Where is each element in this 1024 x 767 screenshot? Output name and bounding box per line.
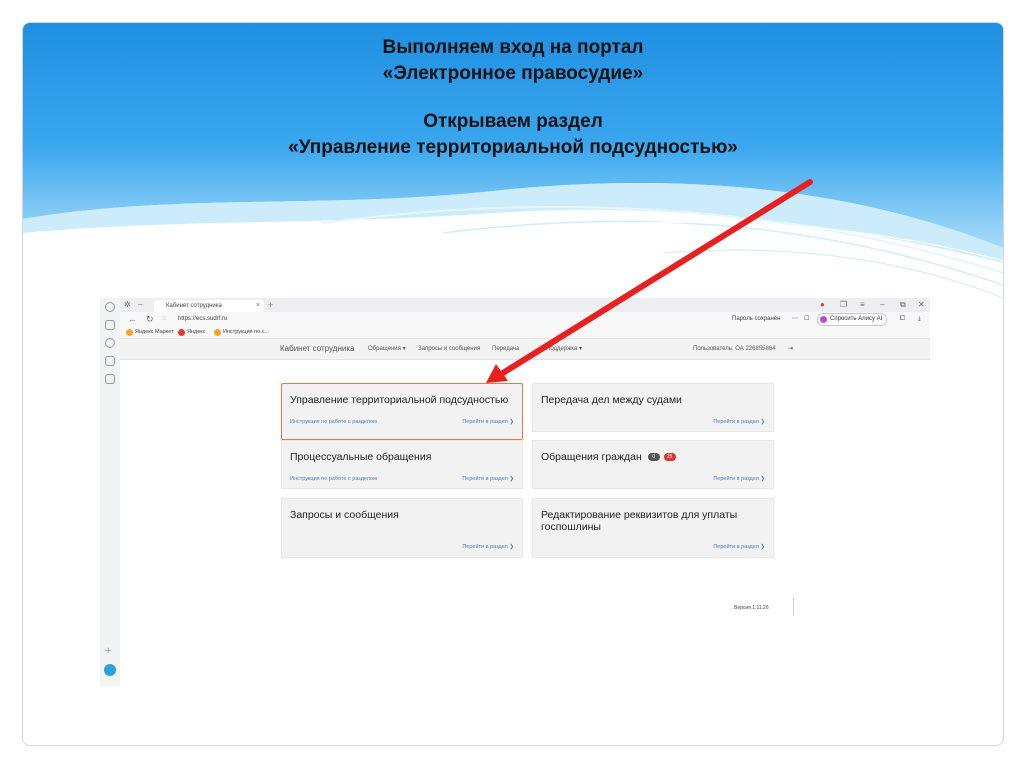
add-icon[interactable]: + — [105, 646, 111, 657]
card-case-transfer[interactable]: Передача дел между судами Перейти в разд… — [532, 383, 774, 432]
browser-screenshot: + ✲ – Кабинет сотрудника × + ● ❐ ≡ – ⧉ ✕… — [100, 298, 930, 686]
shield-icon: ◌ — [162, 315, 167, 322]
title-line-1: Выполняем вход на портал — [382, 37, 644, 58]
password-saved-label[interactable]: Пароль сохранён — [732, 314, 780, 324]
play-icon[interactable] — [105, 338, 115, 348]
card-fee-requisites[interactable]: Редактирование реквизитов для уплаты гос… — [532, 498, 774, 558]
url-field[interactable]: https://ecs.sudrf.ru — [178, 314, 227, 324]
app-header: Кабинет сотрудника Обращения ▾ Запросы и… — [120, 339, 930, 360]
alice-button[interactable]: Спросить Алису AI — [817, 313, 888, 326]
reload-icon[interactable]: ↻ — [146, 313, 154, 325]
card-title: Запросы и сообщения — [290, 509, 399, 521]
bookmark-yandex[interactable]: Яндекс — [178, 327, 206, 337]
download-icon[interactable] — [105, 356, 115, 366]
divider — [793, 598, 794, 616]
go-to-section-link[interactable]: Перейти в раздел ❯ — [462, 543, 514, 551]
image-icon[interactable] — [105, 374, 115, 384]
bookmark-market[interactable]: Яндекс Маркет — [126, 327, 174, 337]
version-label: Версия 1.11.26 — [734, 605, 769, 611]
go-to-section-link[interactable]: Перейти в раздел ❯ — [713, 418, 765, 426]
card-title: Процессуальные обращения — [290, 451, 432, 463]
logout-icon[interactable]: ⇥ — [788, 345, 793, 354]
title-line-3: Открываем раздел — [423, 111, 603, 132]
go-to-section-link[interactable]: Перейти в раздел ❯ — [713, 475, 765, 483]
slide: Выполняем вход на портал «Электронное пр… — [22, 22, 1004, 746]
instruction-link[interactable]: Инструкция по работе с разделом — [290, 418, 377, 426]
card-title: Обращения граждан 0 25 — [541, 451, 766, 463]
download-arrow-icon[interactable]: ⤓ — [918, 314, 921, 324]
content-area: Управление территориальной подсудностью … — [120, 360, 930, 686]
go-to-section-link[interactable]: Перейти в раздел ❯ — [713, 543, 765, 551]
go-to-section-link[interactable]: Перейти в раздел ❯ — [462, 418, 514, 426]
star-icon[interactable]: ✲ — [124, 300, 131, 310]
title-line-4: «Управление территориальной подсудностью… — [288, 137, 738, 158]
card-title: Передача дел между судами — [541, 394, 682, 406]
menu-appeals[interactable]: Обращения ▾ — [368, 345, 406, 354]
card-title: Управление территориальной подсудностью — [290, 394, 509, 406]
browser-side-rail: + — [100, 298, 121, 686]
card-requests-messages[interactable]: Запросы и сообщения Перейти в раздел ❯ — [281, 498, 523, 558]
alice-icon — [820, 316, 827, 323]
card-title: Редактирование реквизитов для уплаты гос… — [541, 509, 738, 533]
bookmarks-bar: Яндекс Маркет Яндекс Инструкция по с... — [120, 326, 930, 339]
more-icon[interactable]: ⋯ — [792, 314, 798, 324]
count-badge: 0 — [647, 453, 660, 461]
card-territorial-jurisdiction[interactable]: Управление территориальной подсудностью … — [281, 383, 523, 440]
go-to-section-link[interactable]: Перейти в раздел ❯ — [462, 475, 514, 483]
menu-icon[interactable]: ≡ — [860, 300, 865, 310]
tab-cabinet[interactable]: Кабинет сотрудника × — [154, 300, 264, 312]
bookmark-instruction[interactable]: Инструкция по с... — [214, 327, 269, 337]
minimize-icon[interactable]: – — [880, 300, 884, 310]
bookmarks-icon[interactable] — [105, 320, 115, 330]
card-citizen-appeals[interactable]: Обращения граждан 0 25 Перейти в раздел … — [532, 440, 774, 489]
title-line-2: «Электронное правосудие» — [382, 63, 644, 84]
tab-bar: ✲ – Кабинет сотрудника × + ● ❐ ≡ – ⧉ ✕ — [120, 298, 930, 312]
menu-transfer[interactable]: Передача — [492, 345, 519, 354]
extensions-icon[interactable]: ⧠ — [900, 314, 905, 324]
new-tab-button[interactable]: + — [268, 300, 273, 310]
tab-label: Кабинет сотрудника — [166, 303, 222, 309]
app-logo[interactable]: Кабинет сотрудника — [280, 344, 354, 354]
history-icon[interactable] — [105, 302, 115, 312]
instruction-link[interactable]: Инструкция по работе с разделом — [290, 475, 377, 483]
telegram-icon[interactable] — [104, 664, 116, 676]
user-label: Пользователь: ОА 226855864 — [693, 346, 776, 352]
window-close-icon[interactable]: ✕ — [918, 300, 925, 310]
maximize-icon[interactable]: ⧉ — [900, 300, 906, 310]
menu-requests[interactable]: Запросы и сообщения — [418, 345, 480, 354]
address-bar: ← ↻ ◌ https://ecs.sudrf.ru Пароль сохран… — [120, 312, 930, 326]
menu-support[interactable]: Поддержка ▾ — [546, 345, 582, 354]
slide-title: Выполняем вход на портал «Электронное пр… — [23, 35, 1003, 161]
pin-icon[interactable]: ● — [820, 300, 825, 310]
new-count-badge: 25 — [663, 453, 676, 461]
copy-icon[interactable]: ❐ — [840, 300, 847, 310]
bookmark-icon[interactable]: ☐ — [804, 314, 809, 324]
alice-button-label: Спросить Алису AI — [830, 316, 883, 322]
card-procedural-appeals[interactable]: Процессуальные обращения Инструкция по р… — [281, 440, 523, 489]
close-icon[interactable]: × — [256, 300, 260, 312]
minus-icon[interactable]: – — [138, 300, 142, 310]
back-icon[interactable]: ← — [128, 313, 137, 325]
